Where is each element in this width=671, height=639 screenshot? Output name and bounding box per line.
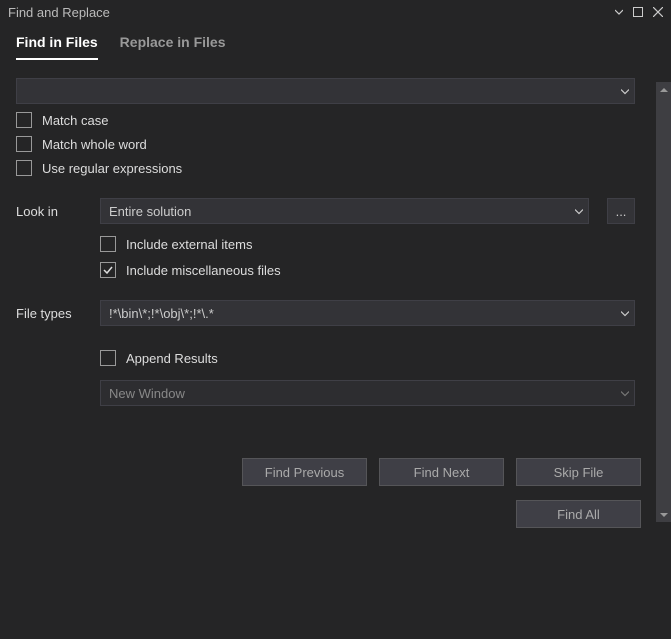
results-window-field: [100, 380, 635, 406]
look-in-label: Look in: [16, 204, 88, 219]
match-case-row: Match case: [16, 112, 655, 128]
find-previous-button[interactable]: Find Previous: [242, 458, 367, 486]
close-icon[interactable]: [653, 7, 663, 17]
file-types-label: File types: [16, 306, 88, 321]
tab-replace-in-files[interactable]: Replace in Files: [120, 34, 226, 60]
title-bar: Find and Replace: [0, 0, 671, 24]
find-next-button[interactable]: Find Next: [379, 458, 504, 486]
include-misc-label[interactable]: Include miscellaneous files: [126, 263, 281, 278]
include-misc-row: Include miscellaneous files: [100, 262, 655, 278]
tab-bar: Find in Files Replace in Files: [0, 24, 671, 60]
look-in-row: Look in ...: [16, 198, 635, 224]
maximize-icon[interactable]: [633, 7, 643, 17]
browse-button[interactable]: ...: [607, 198, 635, 224]
append-results-row: Append Results: [100, 350, 655, 366]
look-in-field: [100, 198, 589, 224]
include-external-checkbox[interactable]: [100, 236, 116, 252]
vertical-scrollbar[interactable]: [656, 82, 671, 522]
button-row-2: Find All: [16, 500, 641, 528]
button-row-1: Find Previous Find Next Skip File: [16, 458, 641, 486]
window-title: Find and Replace: [8, 5, 110, 20]
include-external-row: Include external items: [100, 236, 655, 252]
append-results-checkbox[interactable]: [100, 350, 116, 366]
regex-label[interactable]: Use regular expressions: [42, 161, 182, 176]
look-in-input[interactable]: [100, 198, 589, 224]
regex-checkbox[interactable]: [16, 160, 32, 176]
content-area: Match case Match whole word Use regular …: [0, 60, 671, 546]
match-word-label[interactable]: Match whole word: [42, 137, 147, 152]
search-term-field: [16, 78, 635, 104]
look-in-options: Include external items Include miscellan…: [100, 236, 655, 278]
skip-file-button[interactable]: Skip File: [516, 458, 641, 486]
file-types-field: [100, 300, 635, 326]
match-case-label[interactable]: Match case: [42, 113, 108, 128]
file-types-row: File types: [16, 300, 635, 326]
include-misc-checkbox[interactable]: [100, 262, 116, 278]
find-all-button[interactable]: Find All: [516, 500, 641, 528]
results-window-input: [100, 380, 635, 406]
tab-find-in-files[interactable]: Find in Files: [16, 34, 98, 60]
search-input[interactable]: [16, 78, 635, 104]
include-external-label[interactable]: Include external items: [126, 237, 252, 252]
file-types-input[interactable]: [100, 300, 635, 326]
scroll-down-icon[interactable]: [656, 507, 671, 522]
results-options: Append Results: [100, 350, 655, 366]
match-case-checkbox[interactable]: [16, 112, 32, 128]
window-controls: [615, 7, 663, 17]
match-word-checkbox[interactable]: [16, 136, 32, 152]
append-results-label[interactable]: Append Results: [126, 351, 218, 366]
scroll-up-icon[interactable]: [656, 82, 671, 97]
dropdown-icon[interactable]: [615, 8, 623, 16]
regex-row: Use regular expressions: [16, 160, 655, 176]
match-word-row: Match whole word: [16, 136, 655, 152]
